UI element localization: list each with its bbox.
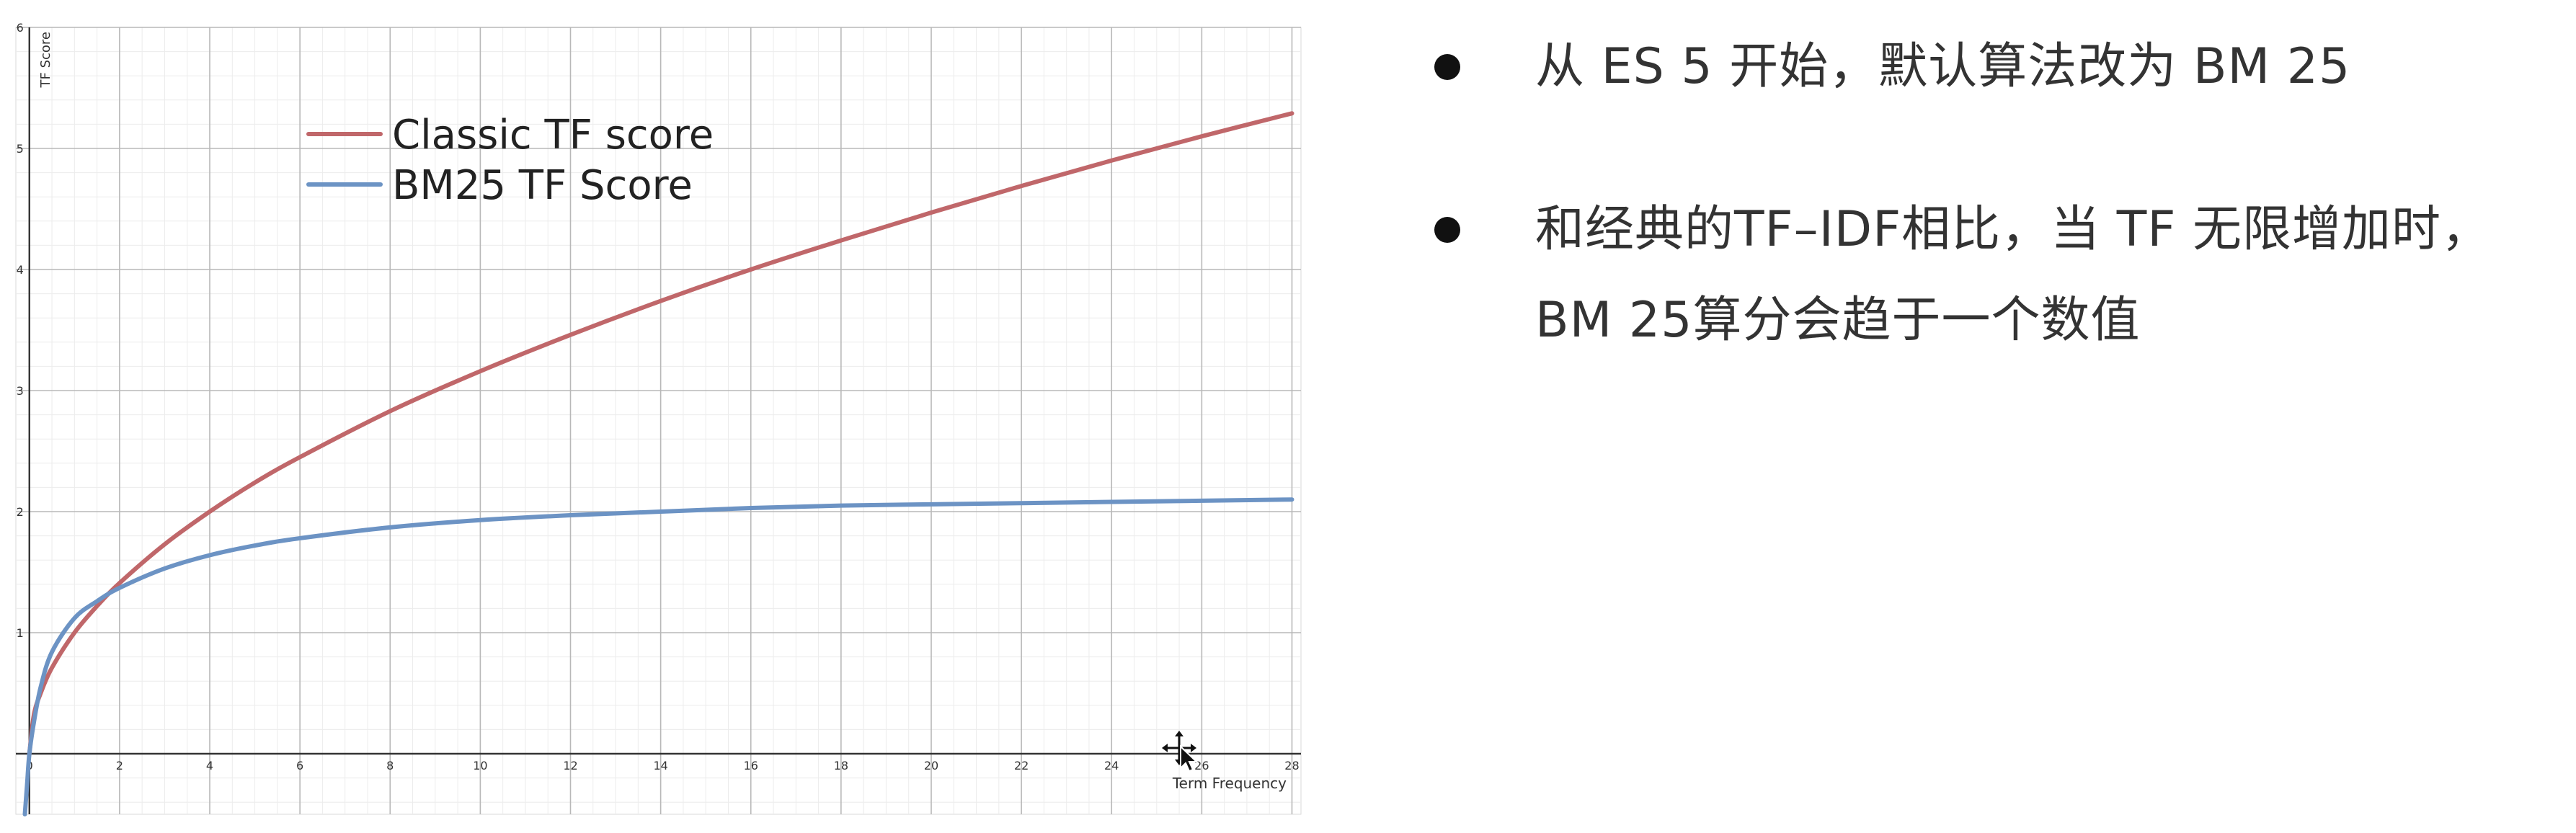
move-cursor-icon xyxy=(1162,731,1199,771)
x-tick-label: 2 xyxy=(116,759,123,772)
x-tick-label: 10 xyxy=(473,759,487,772)
y-tick-label: 4 xyxy=(17,263,24,277)
y-axis-label: TF Score xyxy=(38,32,53,88)
x-tick-label: 4 xyxy=(206,759,213,772)
bullet-dot-icon xyxy=(1434,217,1460,243)
bullet-list: 从 ES 5 开始，默认算法改为 BM 25 和经典的TF–IDF相比，当 TF… xyxy=(1420,22,2559,366)
x-tick-label: 16 xyxy=(744,759,758,772)
chart-svg: 0 2 4 6 8 10 12 14 16 18 20 22 24 26 28123456 Term Fre… xyxy=(15,21,1302,816)
legend-label: Classic TF score xyxy=(392,112,714,159)
x-tick-label: 20 xyxy=(924,759,938,772)
x-tick-label: 24 xyxy=(1104,759,1119,772)
x-axis-label: Term Frequency xyxy=(1172,775,1287,792)
tf-score-chart: 0 2 4 6 8 10 12 14 16 18 20 22 24 26 28 1 2 3 4 5 6 Term Fre… xyxy=(0,0,1312,833)
bullet-item-es5-default: 从 ES 5 开始，默认算法改为 BM 25 xyxy=(1420,22,2559,112)
legend-label: BM25 TF Score xyxy=(392,162,693,209)
y-tick-label: 6 xyxy=(17,21,24,35)
bullet-item-bm25-saturation: 和经典的TF–IDF相比，当 TF 无限增加时， BM 25算分会趋于一个数值 xyxy=(1420,184,2559,366)
x-tick-label: 22 xyxy=(1014,759,1029,772)
x-tick-label: 8 xyxy=(386,759,394,772)
bullet-dot-icon xyxy=(1434,54,1460,80)
bullet-text-line-1: 和经典的TF–IDF相比，当 TF 无限增加时， xyxy=(1535,201,2492,258)
x-tick-label: 28 xyxy=(1284,759,1299,772)
x-tick-label: 18 xyxy=(834,759,848,772)
bullet-text-line-2: BM 25算分会趋于一个数值 xyxy=(1535,292,2141,349)
y-tick-label: 3 xyxy=(17,384,24,398)
x-tick-label: 6 xyxy=(296,759,303,772)
y-tick-label: 5 xyxy=(17,142,24,156)
bullet-text: 从 ES 5 开始，默认算法改为 BM 25 xyxy=(1535,38,2351,95)
y-tick-label: 2 xyxy=(17,505,24,519)
x-tick-label: 14 xyxy=(653,759,667,772)
y-tick-label: 1 xyxy=(17,626,24,640)
x-tick-label: 12 xyxy=(563,759,577,772)
